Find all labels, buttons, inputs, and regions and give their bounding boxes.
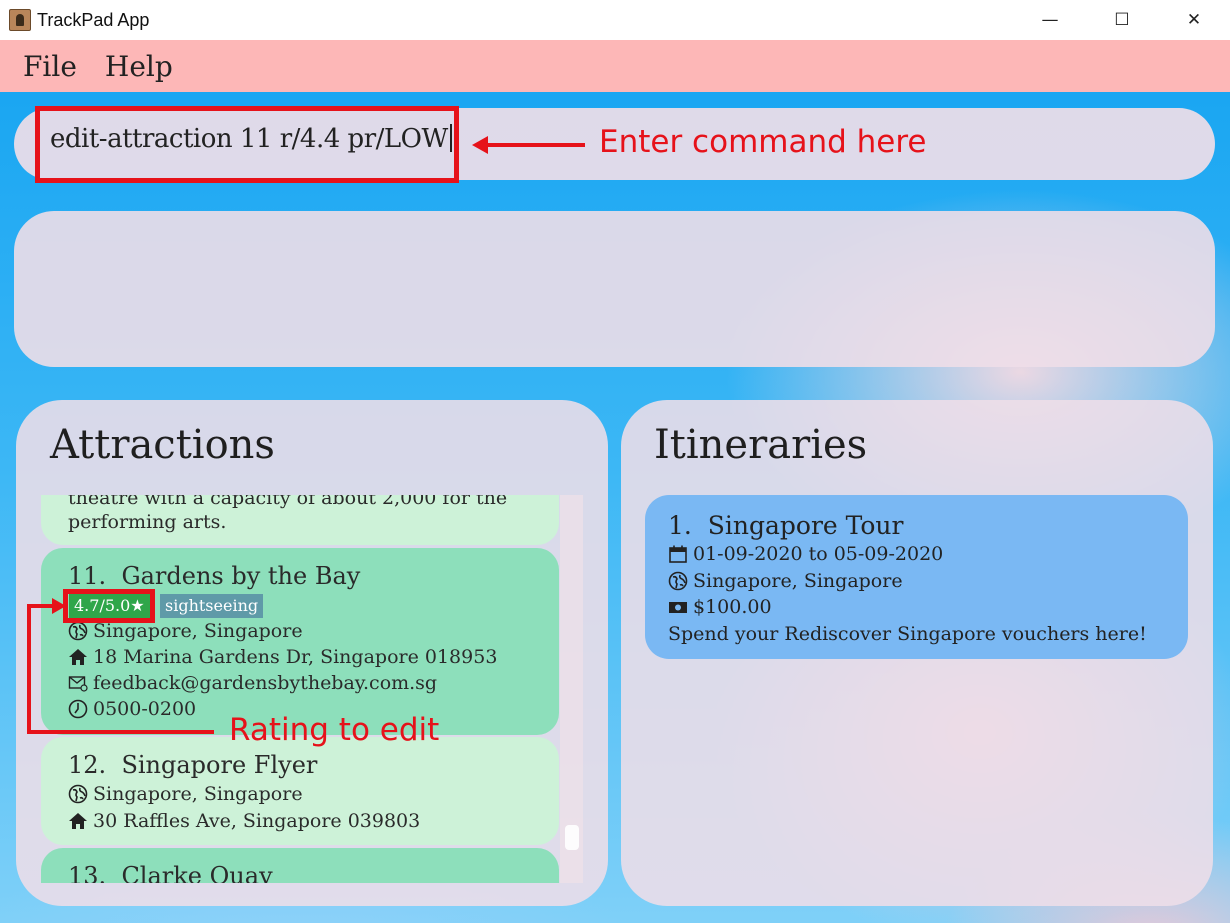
minimize-button[interactable]: —	[1014, 0, 1086, 40]
command-hint-annotation: Enter command here	[599, 124, 927, 160]
address-text: 30 Raffles Ave, Singapore 039803	[93, 810, 421, 832]
itinerary-name-text: Singapore Tour	[707, 511, 904, 540]
itinerary-description: Spend your Rediscover Singapore vouchers…	[668, 623, 1147, 645]
location-row: Singapore, Singapore	[68, 783, 303, 805]
attraction-name: 13. Clarke Quay	[68, 862, 273, 883]
attraction-name-text: Clarke Quay	[121, 862, 273, 883]
itineraries-title: Itineraries	[654, 422, 868, 468]
attraction-description: performing arts.	[68, 511, 226, 533]
location-text: Singapore, Singapore	[93, 783, 303, 805]
rating-arrow-icon	[27, 598, 214, 734]
budget-row: $100.00	[668, 596, 772, 618]
location-row: Singapore, Singapore	[668, 570, 903, 592]
attraction-description: theatre with a capacity of about 2,000 f…	[68, 495, 507, 509]
attraction-name: 11. Gardens by the Bay	[68, 562, 360, 590]
address-row: 30 Raffles Ave, Singapore 039803	[68, 810, 420, 832]
attraction-name-text: Singapore Flyer	[121, 751, 318, 779]
house-icon	[69, 813, 87, 829]
attraction-index: 13.	[68, 862, 107, 883]
itinerary-name: 1. Singapore Tour	[668, 511, 903, 540]
list-item[interactable]: theatre with a capacity of about 2,000 f…	[41, 495, 559, 545]
description-line-2: performing arts.	[68, 511, 227, 533]
menu-bar: File Help	[0, 40, 1230, 92]
location-text: Singapore, Singapore	[693, 570, 903, 592]
menu-help[interactable]: Help	[105, 50, 173, 83]
list-item[interactable]: 12. Singapore Flyer Singapore, Singapore…	[41, 737, 559, 845]
globe-icon	[68, 784, 88, 804]
close-button[interactable]: ✕	[1158, 0, 1230, 40]
maximize-button[interactable]: ☐	[1086, 0, 1158, 40]
attraction-name: 12. Singapore Flyer	[68, 751, 317, 779]
attractions-title: Attractions	[50, 422, 275, 468]
money-icon	[669, 602, 687, 613]
window-title: TrackPad App	[37, 9, 150, 30]
itinerary-index: 1.	[668, 511, 692, 540]
calendar-icon	[669, 545, 687, 563]
app-icon	[9, 9, 31, 31]
list-item[interactable]: 13. Clarke Quay	[41, 848, 559, 883]
globe-icon	[668, 571, 688, 591]
itinerary-item[interactable]: 1. Singapore Tour 01-09-2020 to 05-09-20…	[645, 495, 1188, 659]
dates-row: 01-09-2020 to 05-09-2020	[668, 543, 943, 565]
window-controls: — ☐ ✕	[1014, 0, 1230, 40]
menu-file[interactable]: File	[23, 50, 77, 83]
title-bar: TrackPad App — ☐ ✕	[0, 0, 1230, 40]
attraction-index: 11.	[68, 562, 107, 590]
description-row: Spend your Rediscover Singapore vouchers…	[668, 623, 1147, 645]
command-highlight-box	[35, 106, 459, 183]
description-line-1: theatre with a capacity of about 2,000 f…	[68, 495, 508, 509]
attraction-index: 12.	[68, 751, 107, 779]
scrollbar-thumb[interactable]	[565, 825, 579, 850]
dates-text: 01-09-2020 to 05-09-2020	[693, 543, 944, 565]
command-arrow-icon	[472, 136, 585, 154]
result-display	[14, 211, 1215, 367]
rating-hint-annotation: Rating to edit	[229, 712, 440, 748]
attraction-name-text: Gardens by the Bay	[121, 562, 361, 590]
budget-text: $100.00	[693, 596, 772, 618]
